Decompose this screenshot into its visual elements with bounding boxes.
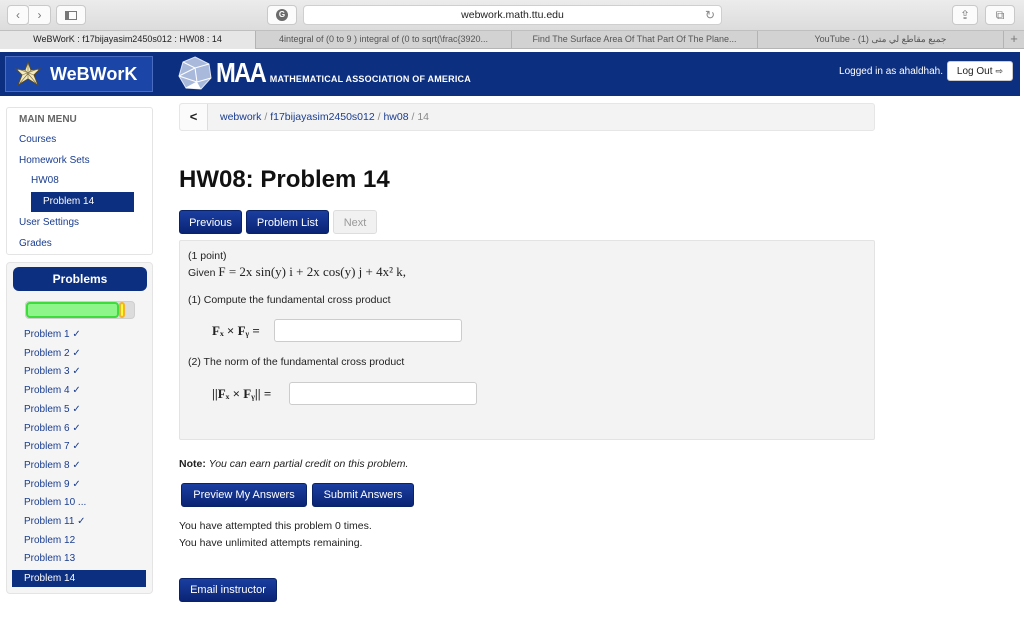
problem-link-13[interactable]: Problem 13 [24, 553, 75, 564]
breadcrumb: < webwork / f17bijayasim2450s012 / hw08 … [179, 103, 875, 131]
email-instructor-button[interactable]: Email instructor [179, 578, 277, 602]
problems-panel: Problems Problem 1 ✓ Problem 2 ✓ Problem 3… [6, 262, 153, 594]
site-header: WeBWorK MAA MATHEMATICAL ASSOCIATION OF … [0, 52, 1020, 96]
tab-webwork[interactable]: WeBWorK : f17bijayasim2450s012 : HW08 : … [0, 31, 256, 49]
breadcrumb-path: webwork / f17bijayasim2450s012 / hw08 / … [220, 111, 429, 123]
share-icon: ⇪ [959, 8, 971, 22]
problem-body: (1 point) Given F = 2x sin(y) i + 2x cos… [179, 240, 875, 440]
attempts-count-text: You have attempted this problem 0 times. [179, 520, 372, 532]
page-title: HW08: Problem 14 [179, 166, 390, 193]
problem-link-12[interactable]: Problem 12 [24, 535, 75, 546]
note-label: Note: [179, 458, 206, 470]
problem-link-8[interactable]: Problem 8 ✓ [24, 460, 81, 471]
maa-logo[interactable]: MAA MATHEMATICAL ASSOCIATION OF AMERICA [178, 56, 471, 90]
progress-correct [26, 302, 119, 318]
maa-icosahedron-icon [178, 56, 212, 90]
partial-credit-note: Note: You can earn partial credit on thi… [179, 458, 408, 470]
chevron-left-icon: ‹ [16, 8, 20, 22]
maa-subtitle: MATHEMATICAL ASSOCIATION OF AMERICA [269, 74, 471, 84]
main-menu-heading: MAIN MENU [19, 114, 77, 125]
problem-link-11[interactable]: Problem 11 ✓ [24, 516, 86, 527]
problem-link-1[interactable]: Problem 1 ✓ [24, 329, 81, 340]
menu-item-hw08[interactable]: HW08 [31, 175, 59, 186]
given-formula: F = 2x sin(y) i + 2x cos(y) j + 4x² k, [218, 264, 407, 279]
tab-surface-area[interactable]: Find The Surface Area Of That Part Of Th… [512, 31, 758, 49]
answer-norm-input[interactable] [289, 382, 477, 405]
browser-toolbar: ‹ › G webwork.math.ttu.edu ↻ ⇪ ⧉ [0, 0, 1024, 30]
progress-bar [25, 301, 135, 319]
tab-bar: WeBWorK : f17bijayasim2450s012 : HW08 : … [0, 30, 1024, 49]
problem-link-14[interactable]: Problem 14 [12, 570, 146, 588]
breadcrumb-course[interactable]: f17bijayasim2450s012 [270, 111, 375, 123]
menu-item-grades[interactable]: Grades [19, 238, 52, 249]
submit-answers-button[interactable]: Submit Answers [312, 483, 414, 507]
problem-link-5[interactable]: Problem 5 ✓ [24, 404, 81, 415]
tabs-icon: ⧉ [995, 7, 1005, 22]
problem-link-3[interactable]: Problem 3 ✓ [24, 366, 81, 377]
reload-icon[interactable]: ↻ [705, 6, 715, 24]
chevron-right-icon: › [37, 8, 42, 22]
forward-nav-button[interactable]: › [29, 5, 51, 25]
breadcrumb-separator: / [261, 111, 271, 123]
webwork-star-icon [14, 60, 42, 87]
sign-out-icon: ⇨ [995, 65, 1004, 76]
breadcrumb-webwork[interactable]: webwork [220, 111, 261, 123]
tab-youtube[interactable]: YouTube - جميع مقاطع لي متى (1) [758, 31, 1004, 49]
logout-button[interactable]: Log Out ⇨ [947, 61, 1013, 81]
grammarly-icon: G [276, 9, 288, 21]
problem-link-7[interactable]: Problem 7 ✓ [24, 441, 81, 452]
problem-link-9[interactable]: Problem 9 ✓ [24, 479, 81, 490]
problem-link-4[interactable]: Problem 4 ✓ [24, 385, 81, 396]
main-menu: MAIN MENU Courses Homework Sets HW08 Pro… [6, 107, 153, 255]
breadcrumb-back-button[interactable]: < [180, 104, 208, 130]
breadcrumb-set[interactable]: hw08 [383, 111, 408, 123]
problem-link-2[interactable]: Problem 2 ✓ [24, 348, 81, 359]
back-nav-button[interactable]: ‹ [7, 5, 29, 25]
note-text: You can earn partial credit on this prob… [208, 458, 409, 470]
progress-partial [119, 302, 125, 318]
chevron-left-icon: < [189, 109, 198, 124]
problems-heading: Problems [13, 267, 147, 291]
menu-item-courses[interactable]: Courses [19, 134, 56, 145]
tab-integral[interactable]: 4integral of (0 to 9 ) integral of (0 to… [256, 31, 512, 49]
problem-link-10[interactable]: Problem 10 ... [24, 497, 86, 508]
attempts-remaining-text: You have unlimited attempts remaining. [179, 537, 363, 549]
app-name: WeBWorK [50, 63, 138, 84]
problem-points: (1 point) [188, 250, 227, 262]
part2-text: (2) The norm of the fundamental cross pr… [188, 356, 405, 368]
problem-given: Given F = 2x sin(y) i + 2x cos(y) j + 4x… [188, 264, 406, 280]
next-button[interactable]: Next [333, 210, 377, 234]
menu-item-user-settings[interactable]: User Settings [19, 217, 79, 228]
part2-label: ||Fₓ × Fᵧ|| = [212, 386, 272, 401]
address-bar[interactable]: webwork.math.ttu.edu ↻ [303, 5, 722, 25]
problem-list-button[interactable]: Problem List [246, 210, 329, 234]
answer-cross-product-input[interactable] [274, 319, 462, 342]
new-tab-button[interactable]: + [1004, 31, 1024, 48]
extension-button[interactable]: G [267, 5, 297, 25]
logout-label: Log Out [956, 65, 993, 77]
maa-name: MAA [216, 57, 267, 88]
problem-link-6[interactable]: Problem 6 ✓ [24, 423, 81, 434]
previous-button[interactable]: Previous [179, 210, 242, 234]
tabs-overview-button[interactable]: ⧉ [985, 5, 1015, 25]
webwork-logo[interactable]: WeBWorK [5, 56, 153, 92]
preview-answers-button[interactable]: Preview My Answers [181, 483, 307, 507]
menu-item-homework-sets[interactable]: Homework Sets [19, 155, 90, 166]
menu-item-problem-14[interactable]: Problem 14 [31, 192, 134, 212]
breadcrumb-current: 14 [417, 111, 430, 123]
share-button[interactable]: ⇪ [952, 5, 978, 25]
given-prefix: Given [188, 267, 219, 279]
sidebar-icon [65, 10, 77, 20]
logged-in-text: Logged in as ahaldhah. [839, 66, 943, 77]
sidebar-toggle-button[interactable] [56, 5, 86, 25]
part1-label: Fₓ × Fᵧ = [212, 323, 260, 338]
part1-text: (1) Compute the fundamental cross produc… [188, 294, 391, 306]
url-text: webwork.math.ttu.edu [461, 9, 564, 21]
